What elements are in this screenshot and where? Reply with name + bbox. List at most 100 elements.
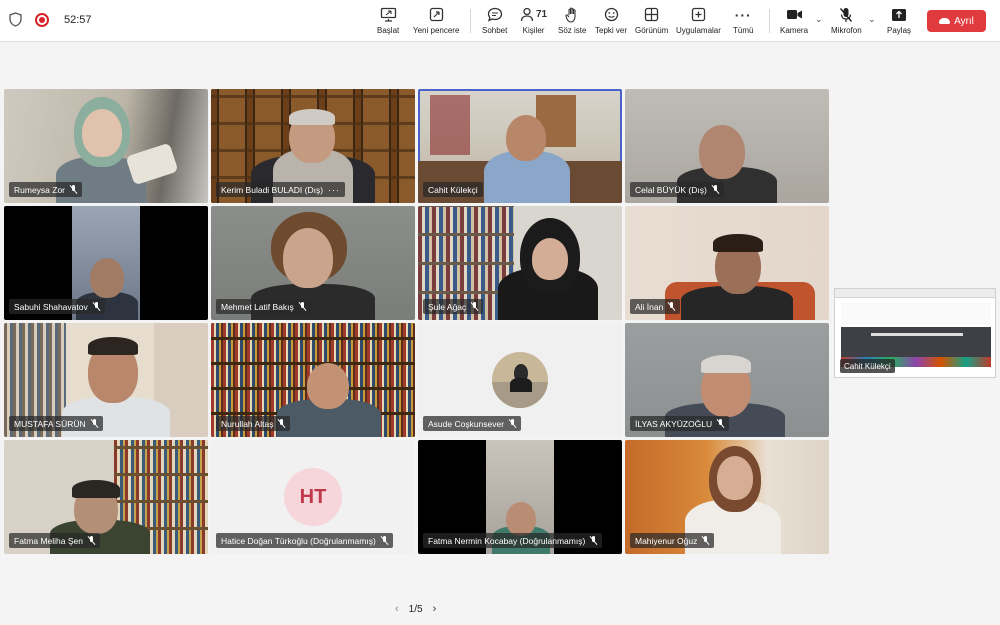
participant-video: [82, 109, 122, 157]
mic-muted-icon: [91, 419, 98, 428]
more-button[interactable]: ··· Tümü: [733, 6, 753, 38]
video-tile[interactable]: Mahiyenur Oğuz: [625, 440, 829, 554]
shared-screen-page: [841, 303, 991, 325]
participant-name: Cahit Külekçi: [428, 184, 478, 195]
start-share-label: Başlat: [377, 26, 400, 35]
react-button[interactable]: Tepki ver: [595, 6, 627, 38]
participant-name-tag: MUSTAFA SÜRÜN: [9, 416, 103, 431]
people-label: Kişiler: [522, 26, 545, 35]
participant-name-tag: Ali İnan: [630, 299, 681, 314]
microphone-button[interactable]: Mikrofon: [831, 6, 862, 38]
toolbar-divider: [769, 9, 770, 33]
view-button[interactable]: Görünüm: [635, 6, 668, 38]
participant-name-tag: Kerim Buladi BULADI (Dış) ···: [216, 182, 346, 197]
apps-button[interactable]: Uygulamalar: [676, 6, 721, 38]
participant-video: [699, 125, 745, 179]
participant-name-tag: Hatice Doğan Türkoğlu (Doğrulanmamış): [216, 533, 393, 548]
participant-avatar: [492, 352, 548, 408]
new-window-icon: [429, 6, 444, 23]
participant-video: [506, 502, 536, 536]
more-label: Tümü: [733, 26, 754, 35]
smiley-icon: [604, 6, 619, 23]
video-tile[interactable]: Asude Coşkunsever: [418, 323, 622, 437]
participant-video: [506, 115, 546, 161]
participant-name: Nurullah Altaş: [221, 418, 274, 429]
mic-muted-icon: [70, 185, 77, 194]
participant-name: Şule Ağaç: [428, 301, 467, 312]
participant-name: Celal BÜYÜK (Dış): [635, 184, 707, 195]
participant-video: [283, 228, 333, 288]
hand-icon: [565, 6, 579, 23]
next-page-chevron-icon[interactable]: ›: [433, 603, 437, 615]
participant-more-options-icon[interactable]: ···: [328, 185, 340, 195]
participant-name-tag: Şule Ağaç: [423, 299, 484, 314]
video-tile[interactable]: Celal BÜYÜK (Dış): [625, 89, 829, 203]
participant-name: Kerim Buladi BULADI (Dış): [221, 184, 324, 195]
mic-muted-icon: [590, 536, 597, 545]
participant-name: Fatma Nermin Kocabay (Doğrulanmamış): [428, 535, 586, 546]
participant-name-tag: Sabuhi Shahavatov: [9, 299, 105, 314]
participant-count: 71: [536, 9, 548, 20]
participant-name: MUSTAFA SÜRÜN: [14, 418, 86, 429]
participant-video: [289, 109, 335, 125]
video-tile[interactable]: İLYAS AKYÜZOĞLU: [625, 323, 829, 437]
share-button[interactable]: Paylaş: [887, 6, 911, 38]
camera-label: Kamera: [780, 26, 809, 35]
new-window-button[interactable]: Yeni pencere: [413, 6, 459, 38]
video-tile[interactable]: Mehmet Latif Bakış: [211, 206, 415, 320]
new-window-label: Yeni pencere: [413, 26, 460, 35]
participant-video: [430, 95, 470, 155]
microphone-options-chevron-icon[interactable]: ⌄: [868, 14, 876, 25]
video-tile[interactable]: Kerim Buladi BULADI (Dış) ···: [211, 89, 415, 203]
video-tile[interactable]: Fatma Nermin Kocabay (Doğrulanmamış): [418, 440, 622, 554]
shared-screen-browser-bar: [835, 289, 995, 298]
video-tile[interactable]: Fatma Meliha Şen: [4, 440, 208, 554]
participant-name-tag: Mehmet Latif Bakış: [216, 299, 311, 314]
video-tile[interactable]: Şule Ağaç: [418, 206, 622, 320]
participant-name: Rumeysa Zor: [14, 184, 66, 195]
leave-button[interactable]: Ayrıl: [927, 10, 986, 32]
mic-muted-icon: [88, 536, 95, 545]
participant-avatar: [510, 378, 532, 392]
mic-muted-icon: [717, 419, 724, 428]
pagination: ‹ 1/5 ›: [395, 603, 436, 615]
hang-up-phone-icon: [939, 18, 951, 24]
plus-square-icon: [691, 6, 706, 23]
mic-muted-icon: [471, 302, 478, 311]
participant-name: Mahiyenur Oğuz: [635, 535, 698, 546]
presenter-name-tag: Cahit Külekçi: [840, 359, 895, 373]
camera-button[interactable]: Kamera: [780, 6, 808, 38]
participant-name: İLYAS AKYÜZOĞLU: [635, 418, 713, 429]
mic-muted-icon: [509, 419, 516, 428]
ellipsis-icon: ···: [734, 6, 752, 23]
participant-name-tag: Rumeysa Zor: [9, 182, 83, 197]
start-share-button[interactable]: Başlat: [377, 6, 399, 38]
participant-name-tag: Nurullah Altaş: [216, 416, 291, 431]
participant-name-tag: Cahit Külekçi: [423, 182, 483, 197]
video-camera-icon: [786, 6, 803, 23]
video-tile[interactable]: Ali İnan: [625, 206, 829, 320]
video-tile-active-speaker[interactable]: Cahit Külekçi: [418, 89, 622, 203]
participant-name: Asude Coşkunsever: [428, 418, 505, 429]
grid-view-icon: [644, 6, 659, 23]
shared-screen-thumbnail[interactable]: Cahit Külekçi: [834, 288, 996, 378]
video-tile[interactable]: MUSTAFA SÜRÜN: [4, 323, 208, 437]
screen-share-icon: [380, 6, 397, 23]
people-button[interactable]: 71 Kişiler: [520, 6, 547, 38]
toolbar-divider: [470, 9, 471, 33]
chat-button[interactable]: Sohbet: [482, 6, 507, 38]
participant-name-tag: Fatma Nermin Kocabay (Doğrulanmamış): [423, 533, 603, 548]
apps-label: Uygulamalar: [676, 26, 721, 35]
video-tile[interactable]: Rumeysa Zor: [4, 89, 208, 203]
recording-indicator-icon: [35, 12, 49, 27]
shield-icon[interactable]: [9, 12, 22, 27]
camera-options-chevron-icon[interactable]: ⌄: [815, 14, 823, 25]
video-tile[interactable]: HT Hatice Doğan Türkoğlu (Doğrulanmamış): [211, 440, 415, 554]
raise-hand-button[interactable]: Söz iste: [558, 6, 586, 38]
mic-muted-icon: [668, 302, 675, 311]
video-tile[interactable]: Sabuhi Shahavatov: [4, 206, 208, 320]
previous-page-chevron-icon[interactable]: ‹: [395, 603, 399, 615]
mic-muted-icon: [712, 185, 719, 194]
video-tile[interactable]: Nurullah Altaş: [211, 323, 415, 437]
microphone-label: Mikrofon: [831, 26, 862, 35]
